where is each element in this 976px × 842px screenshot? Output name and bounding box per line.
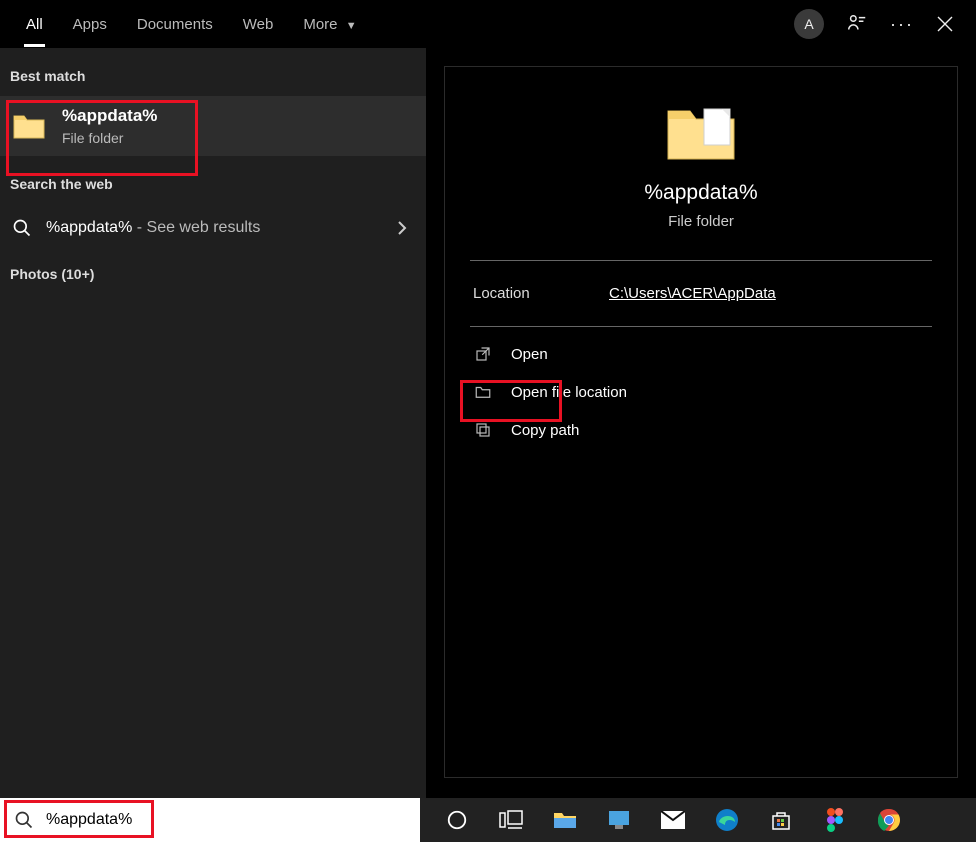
tab-more-label: More	[303, 16, 337, 33]
chevron-right-icon	[396, 220, 414, 236]
search-icon	[14, 810, 34, 830]
results-pane: Best match %appdata% File folder Search …	[0, 48, 426, 798]
copy-icon	[473, 421, 493, 439]
top-bar: All Apps Documents Web More ▼ A ···	[0, 0, 976, 48]
action-copy-path-label: Copy path	[511, 422, 579, 439]
store-icon[interactable]	[768, 807, 794, 833]
close-icon[interactable]	[936, 15, 954, 33]
location-label: Location	[473, 285, 609, 302]
top-icons: A ···	[794, 9, 962, 39]
avatar-letter: A	[794, 9, 824, 39]
action-open-location-label: Open file location	[511, 384, 627, 401]
location-row: Location C:\Users\ACER\AppData	[445, 261, 957, 326]
app-icon[interactable]	[606, 807, 632, 833]
action-copy-path[interactable]: Copy path	[445, 411, 957, 449]
file-explorer-icon[interactable]	[552, 807, 578, 833]
preview-title: %appdata%	[644, 181, 757, 205]
search-input[interactable]	[46, 811, 406, 829]
folder-icon	[473, 383, 493, 401]
web-query: %appdata%	[46, 219, 132, 236]
feedback-icon[interactable]	[846, 13, 868, 35]
best-match-result[interactable]: %appdata% File folder	[0, 96, 426, 156]
tab-apps[interactable]: Apps	[61, 6, 119, 43]
cortana-icon[interactable]	[444, 807, 470, 833]
mail-icon[interactable]	[660, 807, 686, 833]
main-area: Best match %appdata% File folder Search …	[0, 48, 976, 798]
chrome-icon[interactable]	[876, 807, 902, 833]
edge-icon[interactable]	[714, 807, 740, 833]
preview-sub: File folder	[668, 213, 734, 230]
folder-large-icon	[662, 101, 740, 165]
tab-web[interactable]: Web	[231, 6, 286, 43]
search-icon	[12, 218, 32, 238]
best-match-header: Best match	[0, 60, 426, 96]
taskbar	[0, 798, 976, 842]
search-tabs: All Apps Documents Web More ▼	[14, 6, 794, 43]
figma-icon[interactable]	[822, 807, 848, 833]
folder-icon	[12, 112, 46, 140]
result-sub: File folder	[62, 130, 157, 146]
action-open-label: Open	[511, 346, 548, 363]
result-text: %appdata% File folder	[62, 106, 157, 146]
location-path[interactable]: C:\Users\ACER\AppData	[609, 285, 776, 302]
tab-documents[interactable]: Documents	[125, 6, 225, 43]
actions-list: Open Open file location Copy path	[445, 327, 957, 457]
action-open-location[interactable]: Open file location	[445, 373, 957, 411]
web-search-result[interactable]: %appdata% - See web results	[0, 204, 426, 252]
preview-box: %appdata% File folder Location C:\Users\…	[444, 66, 958, 778]
taskbar-search[interactable]	[0, 798, 420, 842]
chevron-down-icon: ▼	[346, 20, 357, 32]
action-open[interactable]: Open	[445, 335, 957, 373]
preview-pane: %appdata% File folder Location C:\Users\…	[426, 48, 976, 798]
more-options-icon[interactable]: ···	[890, 14, 914, 35]
tab-more[interactable]: More ▼	[291, 6, 368, 43]
task-view-icon[interactable]	[498, 807, 524, 833]
account-avatar[interactable]: A	[794, 9, 824, 39]
open-icon	[473, 345, 493, 363]
result-title: %appdata%	[62, 106, 157, 126]
tab-all[interactable]: All	[14, 6, 55, 43]
search-web-header: Search the web	[0, 156, 426, 204]
web-suffix: - See web results	[132, 219, 260, 236]
photos-header[interactable]: Photos (10+)	[0, 252, 426, 294]
taskbar-icons	[420, 798, 902, 842]
